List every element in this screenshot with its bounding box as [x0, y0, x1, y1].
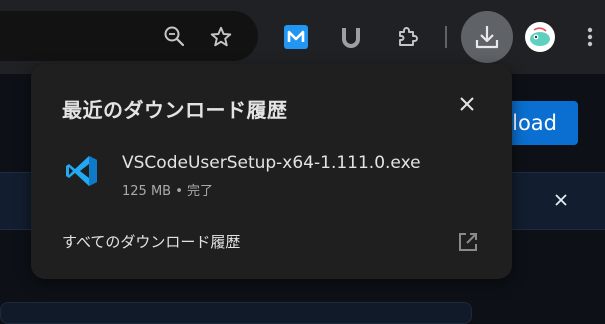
download-button[interactable]: [461, 11, 513, 63]
toolbar-divider: [445, 26, 447, 48]
download-history-popup: 最近のダウンロード履歴 VSCodeUserSetup-x64-1.111.0.…: [31, 64, 512, 279]
vscode-icon: [65, 154, 99, 188]
profile-avatar[interactable]: [525, 22, 555, 52]
page-card: [0, 302, 472, 324]
banner-close-icon[interactable]: [551, 190, 571, 210]
extensions-puzzle-icon[interactable]: [392, 22, 422, 52]
all-downloads-link[interactable]: すべてのダウンロード履歴: [31, 221, 512, 265]
popup-title: 最近のダウンロード履歴: [62, 98, 288, 122]
close-icon[interactable]: [457, 94, 477, 114]
extension-u-icon[interactable]: [338, 22, 364, 52]
browser-toolbar: [0, 0, 605, 74]
extension-m-icon[interactable]: [284, 25, 308, 49]
file-name[interactable]: VSCodeUserSetup-x64-1.111.0.exe: [122, 153, 421, 173]
all-downloads-label: すべてのダウンロード履歴: [62, 233, 241, 251]
more-menu-icon[interactable]: [580, 22, 600, 52]
open-external-icon: [456, 230, 480, 254]
bookmark-star-icon[interactable]: [206, 22, 236, 52]
zoom-icon[interactable]: [160, 22, 188, 50]
file-status: 125 MB • 完了: [122, 184, 214, 199]
download-icon: [475, 26, 499, 49]
download-item[interactable]: VSCodeUserSetup-x64-1.111.0.exe 125 MB •…: [31, 136, 512, 200]
page-download-button-label: load: [512, 111, 557, 135]
